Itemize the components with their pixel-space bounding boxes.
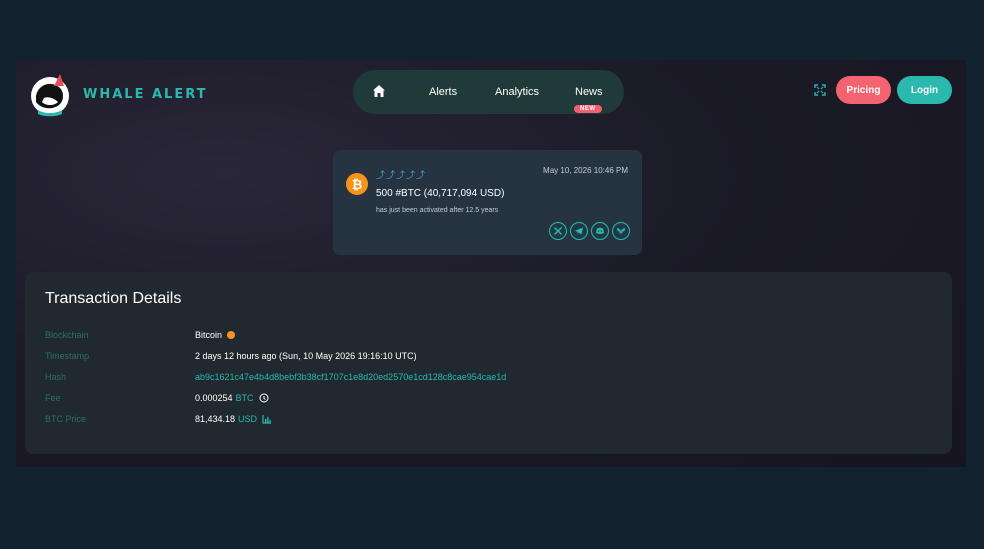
transaction-details-panel: Transaction Details Blockchain Bitcoin T… <box>25 272 952 454</box>
app-window: WHALE ALERT Alerts Analytics News NEW Pr… <box>16 60 966 467</box>
main-nav: Alerts Analytics News NEW <box>353 70 624 114</box>
login-button[interactable]: Login <box>897 76 952 104</box>
value-fee: 0.000254 BTC <box>195 393 269 403</box>
bitcoin-small-icon <box>227 331 236 339</box>
nav-news[interactable]: News <box>575 86 603 98</box>
row-btc-price: BTC Price 81,434.18 USD <box>45 412 272 426</box>
telegram-icon[interactable] <box>570 222 588 240</box>
nav-analytics[interactable]: Analytics <box>495 86 539 98</box>
row-hash: Hash ab9c1621c47e4b4d8bebf3b38cf1707c1e8… <box>45 370 506 384</box>
value-timestamp: 2 days 12 hours ago (Sun, 10 May 2026 19… <box>195 351 417 361</box>
row-timestamp: Timestamp 2 days 12 hours ago (Sun, 10 M… <box>45 349 417 363</box>
whale-logo-icon[interactable] <box>30 72 70 118</box>
label-btc-price: BTC Price <box>45 414 87 424</box>
row-fee: Fee 0.000254 BTC <box>45 391 269 405</box>
value-btc-price: 81,434.18 USD <box>195 414 272 424</box>
fee-amount: 0.000254 <box>195 393 233 403</box>
info-icon[interactable] <box>259 393 269 403</box>
x-icon[interactable] <box>549 222 567 240</box>
brand-name[interactable]: WHALE ALERT <box>83 87 208 102</box>
nav-alerts[interactable]: Alerts <box>429 86 457 98</box>
pricing-button[interactable]: Pricing <box>836 76 891 104</box>
hash-link[interactable]: ab9c1621c47e4b4d8bebf3b38cf1707c1e8d20ed… <box>195 372 506 382</box>
whale-rating-icons: ⤴⤴⤴⤴⤴ <box>376 170 427 180</box>
row-blockchain: Blockchain Bitcoin <box>45 328 236 342</box>
btc-price-amount: 81,434.18 <box>195 414 236 424</box>
value-blockchain: Bitcoin <box>195 330 236 340</box>
alert-card[interactable]: ₿ ⤴⤴⤴⤴⤴ May 10, 2026 10:46 PM 500 #BTC (… <box>333 150 642 255</box>
transaction-title: Transaction Details <box>45 290 182 307</box>
blockchain-text: Bitcoin <box>195 330 223 340</box>
share-buttons <box>549 222 630 240</box>
new-badge: NEW <box>574 105 602 113</box>
home-icon[interactable] <box>372 84 386 98</box>
btc-price-unit: USD <box>238 414 258 424</box>
alert-timestamp: May 10, 2026 10:46 PM <box>543 166 628 175</box>
label-hash: Hash <box>45 372 67 382</box>
label-fee: Fee <box>45 393 61 403</box>
fee-unit: BTC <box>235 393 254 403</box>
chart-icon[interactable] <box>262 414 272 424</box>
label-blockchain: Blockchain <box>45 330 89 340</box>
label-timestamp: Timestamp <box>45 351 90 361</box>
bluesky-icon[interactable] <box>612 222 630 240</box>
alert-note: has just been activated after 12.5 years <box>376 207 499 214</box>
bitcoin-icon: ₿ <box>346 173 368 195</box>
discord-icon[interactable] <box>591 222 609 240</box>
expand-icon[interactable] <box>814 84 826 96</box>
alert-amount: 500 #BTC (40,717,094 USD) <box>376 188 505 199</box>
